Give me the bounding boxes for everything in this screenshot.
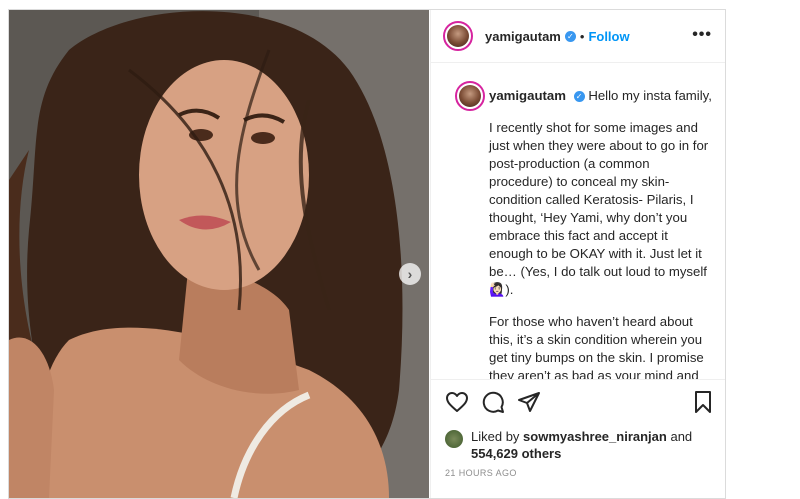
comment-icon[interactable]	[481, 390, 505, 414]
liker-avatar[interactable]	[445, 430, 463, 448]
post-photo[interactable]: ›	[9, 10, 429, 498]
liker-username[interactable]: sowmyashree_niranjan	[523, 429, 667, 444]
bookmark-icon[interactable]	[691, 390, 715, 414]
heart-icon[interactable]	[445, 390, 469, 414]
author-username[interactable]: yamigautam	[485, 29, 561, 44]
likes-summary: Liked by sowmyashree_niranjan and	[471, 429, 692, 445]
caption-area[interactable]: yamigautam ✓ Hello my insta family, I re…	[431, 63, 725, 379]
likes-connector: and	[670, 429, 693, 444]
portrait-illustration	[9, 10, 429, 498]
caption-author-avatar[interactable]	[455, 81, 485, 111]
post-timestamp[interactable]: 21 HOURS AGO	[445, 468, 517, 478]
post-header: yamigautam ✓ • Follow •••	[431, 10, 725, 63]
likes-count[interactable]: 554,629 others	[471, 446, 561, 461]
caption-username[interactable]: yamigautam	[489, 88, 566, 103]
author-avatar[interactable]	[443, 21, 473, 51]
likes-prefix: Liked by	[471, 429, 520, 444]
post-sidebar: yamigautam ✓ • Follow ••• yamigautam ✓ H…	[430, 10, 725, 498]
paper-plane-icon[interactable]	[517, 390, 541, 414]
instagram-post: › yamigautam ✓ • Follow ••• yamigautam ✓…	[8, 9, 726, 499]
verified-badge-icon: ✓	[573, 91, 585, 103]
caption-text: yamigautam ✓ Hello my insta family, I re…	[489, 87, 715, 379]
action-bar	[431, 379, 725, 424]
caption-paragraph-2: For those who haven’t heard about this, …	[489, 314, 704, 379]
separator-dot: •	[579, 28, 585, 44]
caption-greeting: Hello my insta family,	[588, 88, 712, 103]
caption-paragraph-1: I recently shot for some images and just…	[489, 120, 709, 297]
more-options-icon[interactable]: •••	[692, 26, 712, 44]
carousel-next-button[interactable]: ›	[399, 263, 421, 285]
verified-badge-icon: ✓	[564, 30, 576, 42]
follow-button[interactable]: Follow	[588, 29, 629, 44]
